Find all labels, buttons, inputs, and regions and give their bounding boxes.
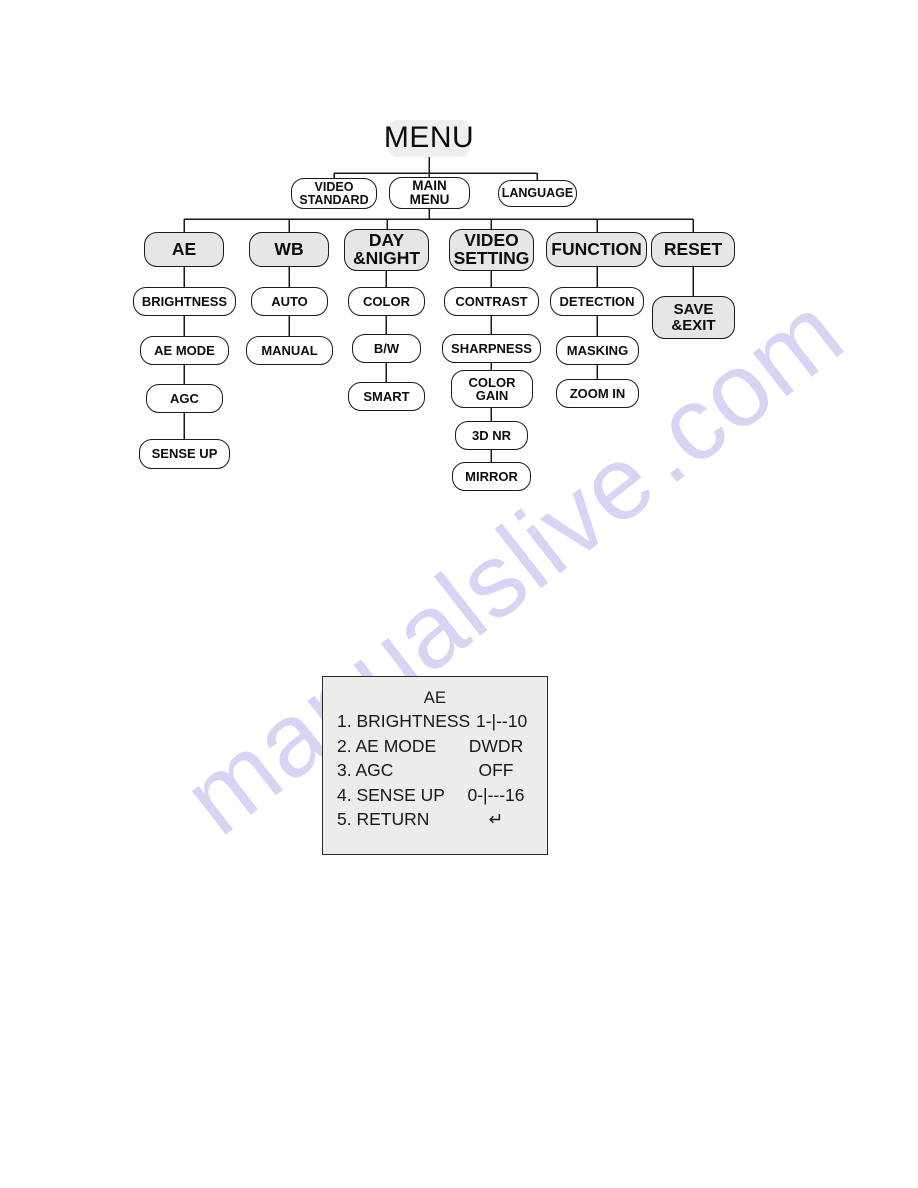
node-auto[interactable]: AUTO	[251, 287, 328, 316]
osd-row[interactable]: 4. SENSE UP 0-|---16	[337, 785, 533, 810]
node-day-night[interactable]: DAY &NIGHT	[344, 229, 429, 271]
node-save-exit[interactable]: SAVE &EXIT	[652, 296, 735, 339]
node-contrast[interactable]: CONTRAST	[444, 287, 539, 316]
node-video-setting[interactable]: VIDEO SETTING	[449, 229, 534, 271]
osd-row[interactable]: 1. BRIGHTNESS 1-|--10	[337, 711, 533, 736]
node-zoom-in[interactable]: ZOOM IN	[556, 379, 639, 408]
node-color[interactable]: COLOR	[348, 287, 425, 316]
osd-ae-menu-panel: AE 1. BRIGHTNESS 1-|--10 2. AE MODE DWDR…	[322, 676, 548, 855]
node-function[interactable]: FUNCTION	[546, 232, 647, 267]
osd-value-brightness[interactable]: 1-|--10	[470, 711, 533, 732]
osd-value-return-enter-icon[interactable]: ↵	[459, 809, 533, 830]
node-main-menu[interactable]: MAIN MENU	[389, 177, 470, 209]
node-sense-up[interactable]: SENSE UP	[139, 439, 230, 469]
node-wb[interactable]: WB	[249, 232, 329, 267]
node-detection[interactable]: DETECTION	[550, 287, 644, 316]
osd-label-sense-up: 4. SENSE UP	[337, 784, 445, 805]
osd-row[interactable]: 3. AGC OFF	[337, 760, 533, 785]
osd-row[interactable]: 5. RETURN ↵	[337, 809, 533, 834]
node-language[interactable]: LANGUAGE	[498, 180, 577, 207]
osd-title: AE	[423, 689, 447, 707]
node-mirror[interactable]: MIRROR	[452, 462, 531, 491]
node-menu-root[interactable]: MENU	[384, 120, 474, 157]
node-brightness[interactable]: BRIGHTNESS	[133, 287, 236, 316]
node-color-gain[interactable]: COLOR GAIN	[451, 370, 533, 408]
node-masking[interactable]: MASKING	[556, 336, 639, 365]
node-video-standard[interactable]: VIDEO STANDARD	[291, 178, 377, 209]
osd-label-agc: 3. AGC	[337, 760, 394, 780]
node-manual[interactable]: MANUAL	[246, 336, 333, 365]
menu-tree-diagram: MENU VIDEO STANDARD MAIN MENU LANGUAGE A…	[0, 0, 918, 620]
osd-value-sense-up[interactable]: 0-|---16	[459, 785, 533, 806]
node-3d-nr[interactable]: 3D NR	[455, 421, 528, 450]
node-agc[interactable]: AGC	[146, 384, 223, 413]
osd-value-ae-mode[interactable]: DWDR	[459, 736, 533, 757]
node-ae-mode[interactable]: AE MODE	[140, 336, 229, 365]
node-bw[interactable]: B/W	[352, 334, 421, 363]
osd-row[interactable]: 2. AE MODE DWDR	[337, 736, 533, 761]
node-sharpness[interactable]: SHARPNESS	[442, 334, 541, 363]
osd-label-return: 5. RETURN	[337, 809, 430, 829]
osd-value-agc[interactable]: OFF	[459, 760, 533, 781]
osd-label-brightness: 1. BRIGHTNESS	[337, 711, 471, 731]
node-reset[interactable]: RESET	[651, 232, 735, 267]
node-ae[interactable]: AE	[144, 232, 224, 267]
node-smart[interactable]: SMART	[348, 382, 425, 411]
osd-label-ae-mode: 2. AE MODE	[337, 735, 437, 756]
